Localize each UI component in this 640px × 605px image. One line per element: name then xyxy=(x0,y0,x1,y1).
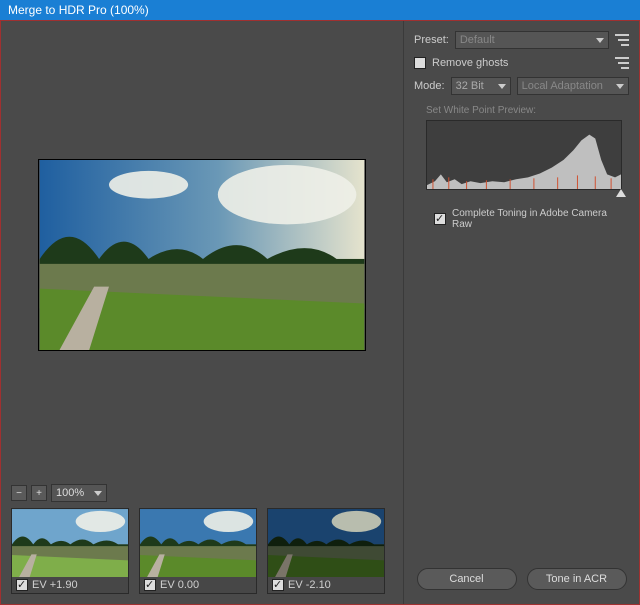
tone-in-acr-button[interactable]: Tone in ACR xyxy=(527,568,627,590)
preset-label: Preset: xyxy=(414,34,449,46)
thumbnail[interactable]: EV 0.00 xyxy=(139,508,257,594)
thumbnail[interactable]: EV -2.10 xyxy=(267,508,385,594)
zoom-in-button[interactable]: + xyxy=(31,485,47,501)
window-titlebar: Merge to HDR Pro (100%) xyxy=(0,0,640,20)
white-point-slider[interactable] xyxy=(426,190,622,200)
complete-toning-label: Complete Toning in Adobe Camera Raw xyxy=(452,208,629,230)
zoom-bar: − + 100% xyxy=(11,484,393,502)
right-panel: Preset: Default Remove ghosts Mode: 32 B… xyxy=(403,21,639,604)
zoom-select[interactable]: 100% xyxy=(51,484,107,502)
plus-icon: + xyxy=(36,488,42,499)
preview-image xyxy=(38,159,366,351)
preset-select[interactable]: Default xyxy=(455,31,609,49)
remove-ghosts-row: Remove ghosts xyxy=(414,57,629,69)
mode-label: Mode: xyxy=(414,80,445,92)
thumbnail-strip: EV +1.90 EV 0.00 EV -2.10 xyxy=(11,508,393,594)
thumbnail-footer: EV -2.10 xyxy=(268,577,384,593)
minus-icon: − xyxy=(16,488,22,499)
zoom-value: 100% xyxy=(56,487,84,499)
preset-menu-icon[interactable] xyxy=(615,34,629,46)
chevron-down-icon xyxy=(596,38,604,43)
zoom-out-button[interactable]: − xyxy=(11,485,27,501)
mode-bit-value: 32 Bit xyxy=(456,80,484,92)
thumb-checkbox[interactable] xyxy=(144,579,156,591)
mode-method-select[interactable]: Local Adaptation xyxy=(517,77,629,95)
complete-toning-checkbox[interactable] xyxy=(434,213,446,225)
remove-ghosts-checkbox[interactable] xyxy=(414,57,426,69)
preset-row: Preset: Default xyxy=(414,31,629,49)
thumb-checkbox[interactable] xyxy=(16,579,28,591)
preview-area xyxy=(11,31,393,478)
workspace: − + 100% EV +1.90 EV 0.00 xyxy=(0,20,640,605)
ev-label: EV 0.00 xyxy=(160,579,199,591)
ev-label: EV +1.90 xyxy=(32,579,78,591)
remove-ghosts-label: Remove ghosts xyxy=(432,57,508,69)
chevron-down-icon xyxy=(616,84,624,89)
chevron-down-icon xyxy=(498,84,506,89)
ghosts-menu-icon[interactable] xyxy=(615,57,629,69)
thumbnail-footer: EV +1.90 xyxy=(12,577,128,593)
window-title: Merge to HDR Pro (100%) xyxy=(8,3,149,17)
mode-method-value: Local Adaptation xyxy=(522,80,603,92)
histogram xyxy=(426,120,622,190)
ev-label: EV -2.10 xyxy=(288,579,331,591)
thumb-checkbox[interactable] xyxy=(272,579,284,591)
mode-row: Mode: 32 Bit Local Adaptation xyxy=(414,77,629,95)
thumbnail-footer: EV 0.00 xyxy=(140,577,256,593)
thumbnail[interactable]: EV +1.90 xyxy=(11,508,129,594)
preset-value: Default xyxy=(460,34,495,46)
slider-handle-icon[interactable] xyxy=(616,189,626,197)
white-point-label: Set White Point Preview: xyxy=(426,105,629,116)
dialog-buttons: Cancel Tone in ACR xyxy=(414,568,629,594)
mode-bit-select[interactable]: 32 Bit xyxy=(451,77,511,95)
left-panel: − + 100% EV +1.90 EV 0.00 xyxy=(1,21,403,604)
chevron-down-icon xyxy=(94,491,102,496)
cancel-button[interactable]: Cancel xyxy=(417,568,517,590)
complete-toning-row: Complete Toning in Adobe Camera Raw xyxy=(434,208,629,230)
